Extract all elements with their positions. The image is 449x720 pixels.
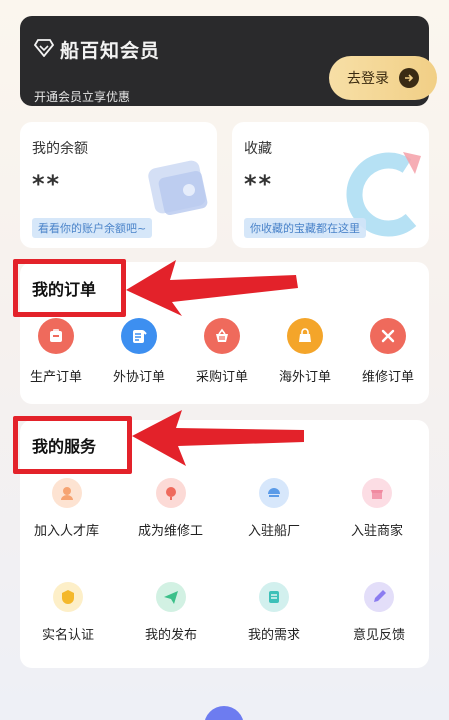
merchant-icon <box>362 478 392 508</box>
repairman-icon <box>155 478 186 508</box>
vip-title: 船百知会员 <box>60 40 161 62</box>
order-item-purchase[interactable]: 采购订单 <box>196 318 248 385</box>
order-item-repair[interactable]: 维修订单 <box>362 318 414 385</box>
services-title-highlight: 我的服务 <box>13 416 132 474</box>
shipyard-icon <box>259 478 289 508</box>
service-item-shipyard[interactable]: 入驻船厂 <box>248 478 300 539</box>
service-item-merchant[interactable]: 入驻商家 <box>351 478 403 539</box>
vip-subtitle: 开通会员立享优惠 <box>34 90 131 104</box>
diamond-icon <box>33 38 55 61</box>
vip-card[interactable]: 船百知会员 开通会员立享优惠 去登录 <box>20 16 437 106</box>
verification-icon <box>53 582 83 612</box>
repair-order-icon <box>370 318 406 354</box>
arrow-right-icon <box>399 68 419 88</box>
service-item-label: 加入人才库 <box>34 524 100 539</box>
service-item-verification[interactable]: 实名认证 <box>42 582 94 643</box>
vip-title-row: 船百知会员 <box>33 36 161 63</box>
service-item-my-posts[interactable]: 我的发布 <box>145 582 197 643</box>
my-posts-icon <box>156 582 186 612</box>
orders-title: 我的订单 <box>32 280 97 299</box>
favorites-value: ** <box>244 170 274 198</box>
order-item-label: 维修订单 <box>362 370 415 385</box>
order-item-label: 生产订单 <box>30 370 83 385</box>
red-arrow-icon <box>132 410 304 466</box>
balance-value: ** <box>32 170 62 198</box>
order-item-overseas[interactable]: 海外订单 <box>279 318 331 385</box>
service-item-talent-pool[interactable]: 加入人才库 <box>34 478 99 539</box>
favorites-card[interactable]: 收藏 ** 你收藏的宝藏都在这里 <box>232 122 429 248</box>
purchase-order-icon <box>204 318 240 354</box>
order-item-outsource[interactable]: 外协订单 <box>113 318 165 385</box>
login-button[interactable]: 去登录 <box>329 56 437 100</box>
service-item-label: 我的需求 <box>248 628 301 643</box>
talent-pool-icon <box>51 478 82 508</box>
red-arrow-icon <box>126 260 298 316</box>
favorites-label: 收藏 <box>244 141 272 157</box>
service-item-label: 成为维修工 <box>138 524 204 539</box>
bottom-nav-center-button[interactable] <box>204 706 244 720</box>
order-item-label: 海外订单 <box>279 370 332 385</box>
production-order-icon <box>38 318 74 354</box>
service-item-feedback[interactable]: 意见反馈 <box>353 582 405 643</box>
service-item-label: 我的发布 <box>145 628 198 643</box>
services-title: 我的服务 <box>32 437 97 456</box>
order-item-label: 外协订单 <box>113 370 166 385</box>
login-button-label: 去登录 <box>347 71 389 87</box>
service-item-label: 入驻商家 <box>351 524 404 539</box>
balance-card[interactable]: 我的余额 ** 看看你的账户余额吧~ <box>20 122 217 248</box>
my-demands-icon <box>259 582 289 612</box>
feedback-icon <box>364 582 394 612</box>
order-item-production[interactable]: 生产订单 <box>30 318 82 385</box>
favorites-hint: 你收藏的宝藏都在这里 <box>244 218 366 238</box>
service-item-my-demands[interactable]: 我的需求 <box>248 582 300 643</box>
service-item-label: 实名认证 <box>42 628 95 643</box>
service-item-label: 入驻船厂 <box>248 524 301 539</box>
service-item-label: 意见反馈 <box>353 628 406 643</box>
outsource-order-icon <box>121 318 157 354</box>
balance-hint: 看看你的账户余额吧~ <box>32 218 153 238</box>
orders-title-highlight: 我的订单 <box>13 259 126 317</box>
service-item-repairman[interactable]: 成为维修工 <box>138 478 203 539</box>
order-item-label: 采购订单 <box>196 370 249 385</box>
balance-label: 我的余额 <box>32 141 88 157</box>
overseas-order-icon <box>287 318 323 354</box>
